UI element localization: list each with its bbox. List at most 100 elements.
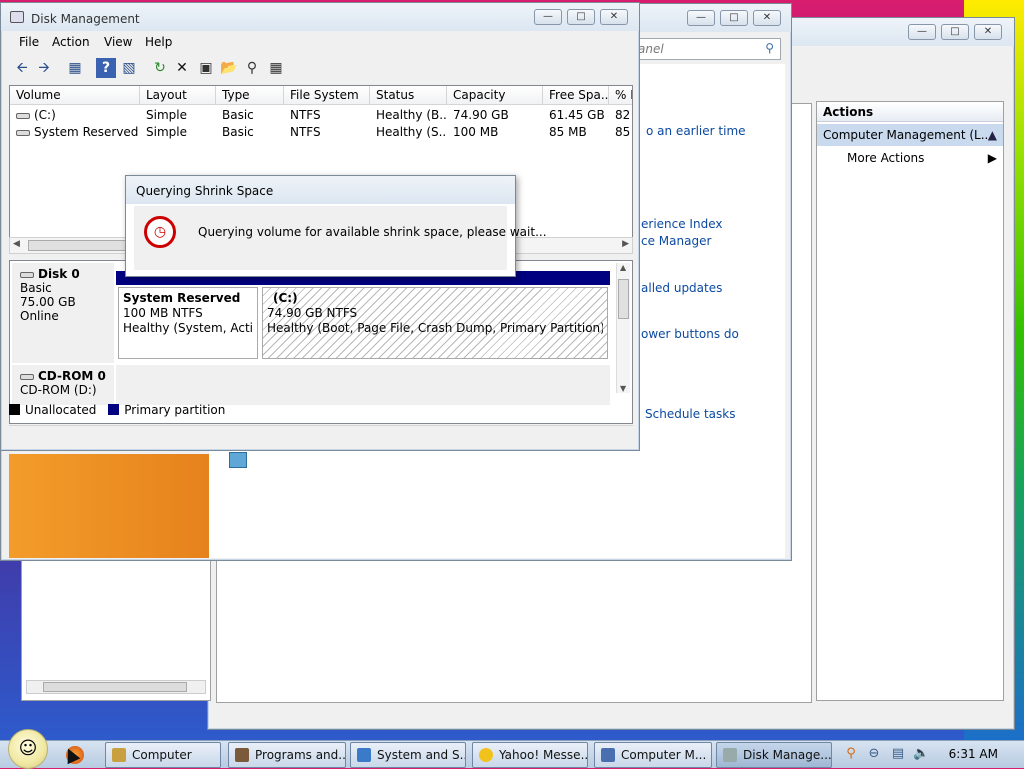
- partition-size: 100 MB NTFS: [123, 306, 203, 320]
- close-button[interactable]: ✕: [974, 24, 1002, 40]
- vertical-scrollbar[interactable]: ▲ ▼: [616, 263, 630, 393]
- forward-arrow-icon[interactable]: 🡪: [34, 58, 54, 78]
- delete-icon[interactable]: ✕: [172, 58, 192, 78]
- more-actions[interactable]: More Actions ▶: [817, 148, 1003, 168]
- scroll-right-icon[interactable]: ▶: [622, 239, 629, 249]
- search-icon[interactable]: ⚲: [765, 41, 774, 55]
- partition-size: 74.90 GB NTFS: [267, 306, 358, 320]
- toolbar: 🡨 🡪 ▦ ? ▧ ↻ ✕ ▣ 📂 ⚲ ▦: [9, 55, 633, 81]
- minimize-button[interactable]: —: [534, 9, 562, 25]
- cdrom-drive: CD-ROM (D:): [20, 383, 97, 397]
- volume-icon[interactable]: 🔈: [913, 746, 929, 762]
- drive-icon: [16, 129, 30, 136]
- maximize-button[interactable]: □: [941, 24, 969, 40]
- check-icon[interactable]: ▣: [196, 58, 216, 78]
- clock-icon: ◷: [144, 216, 176, 248]
- link-restore[interactable]: o an earlier time: [646, 124, 746, 138]
- menu-file[interactable]: File: [19, 35, 39, 49]
- cell-free-space: 85 MB: [549, 125, 587, 139]
- actions-computer-management[interactable]: Computer Management (L... ▲: [817, 124, 1003, 146]
- task-system[interactable]: System and S...: [350, 742, 466, 768]
- column-capacity[interactable]: Capacity: [447, 86, 543, 105]
- column-status[interactable]: Status: [370, 86, 447, 105]
- computer-management-icon: [601, 748, 615, 762]
- scroll-thumb[interactable]: [43, 682, 187, 692]
- clock[interactable]: 6:31 AM: [949, 747, 998, 761]
- task-label: Programs and...: [255, 748, 346, 762]
- dialog-message: Querying volume for available shrink spa…: [198, 225, 547, 239]
- start-button[interactable]: ☺: [8, 729, 48, 769]
- close-button[interactable]: ✕: [753, 10, 781, 26]
- computer-icon: [112, 748, 126, 762]
- console-tree-icon[interactable]: ▦: [65, 58, 85, 78]
- unallocated-swatch: [9, 404, 20, 415]
- actions-header: Actions: [817, 102, 1003, 122]
- open-folder-icon[interactable]: 📂: [219, 58, 239, 78]
- task-computer[interactable]: Computer: [105, 742, 221, 768]
- link-installed-updates[interactable]: alled updates: [641, 281, 722, 295]
- horizontal-scrollbar[interactable]: [26, 680, 206, 694]
- cell-free-space: 61.45 GB: [549, 108, 605, 122]
- task-label: Disk Manage...: [743, 748, 832, 762]
- minus-icon[interactable]: ⊖: [866, 746, 882, 762]
- help-icon[interactable]: ?: [96, 58, 116, 78]
- volume-name: System Reserved: [34, 125, 139, 139]
- link-power-buttons[interactable]: ower buttons do: [641, 327, 739, 341]
- scroll-down-icon[interactable]: ▼: [620, 384, 626, 393]
- scroll-thumb[interactable]: [28, 240, 128, 251]
- task-computer-management[interactable]: Computer M...: [594, 742, 712, 768]
- cdrom-area: [116, 365, 610, 405]
- partition-name: (C:): [273, 291, 298, 305]
- link-schedule-tasks[interactable]: Schedule tasks: [645, 407, 735, 421]
- link-experience-index[interactable]: erience Index: [641, 217, 722, 231]
- column-type[interactable]: Type: [216, 86, 284, 105]
- column-free-space[interactable]: Free Spa...: [543, 86, 609, 105]
- chevron-right-icon: ▶: [987, 151, 997, 165]
- network-icon[interactable]: ▤: [890, 746, 906, 762]
- link-device-manager[interactable]: ce Manager: [641, 234, 711, 248]
- cell-layout: Simple: [146, 125, 187, 139]
- yahoo-icon: [479, 748, 493, 762]
- find-icon[interactable]: ⚲: [242, 58, 262, 78]
- dialog-title: Querying Shrink Space: [136, 184, 274, 198]
- settings-icon[interactable]: ▦: [266, 58, 286, 78]
- menu-action[interactable]: Action: [52, 35, 90, 49]
- window-title: Disk Management: [31, 12, 140, 26]
- column-volume[interactable]: Volume: [10, 86, 140, 105]
- column-layout[interactable]: Layout: [140, 86, 216, 105]
- search-icon[interactable]: ⚲: [843, 746, 859, 762]
- partition-system-reserved[interactable]: System Reserved 100 MB NTFS Healthy (Sys…: [118, 287, 258, 359]
- task-label: Computer: [132, 748, 192, 762]
- task-yahoo[interactable]: Yahoo! Messe...: [472, 742, 588, 768]
- admin-tools-icon[interactable]: [229, 452, 247, 468]
- refresh-icon[interactable]: ↻: [150, 58, 170, 78]
- column-file-system[interactable]: File System: [284, 86, 370, 105]
- drive-icon: [16, 112, 30, 119]
- close-button[interactable]: ✕: [600, 9, 628, 25]
- cell-capacity: 100 MB: [453, 125, 499, 139]
- cdrom-label[interactable]: CD-ROM 0 CD-ROM (D:): [12, 365, 114, 405]
- task-programs[interactable]: Programs and...: [228, 742, 346, 768]
- table-row[interactable]: System Reserved Simple Basic NTFS Health…: [10, 124, 632, 141]
- partition-c[interactable]: (C:) 74.90 GB NTFS Healthy (Boot, Page F…: [262, 287, 608, 359]
- minimize-button[interactable]: —: [908, 24, 936, 40]
- cell-file-system: NTFS: [290, 108, 321, 122]
- menu-help[interactable]: Help: [145, 35, 172, 49]
- maximize-button[interactable]: □: [720, 10, 748, 26]
- minimize-button[interactable]: —: [687, 10, 715, 26]
- collapse-icon[interactable]: ▲: [988, 128, 997, 142]
- column-percent-free[interactable]: % F: [609, 86, 632, 105]
- search-input[interactable]: anel ⚲: [631, 38, 781, 60]
- menu-view[interactable]: View: [104, 35, 132, 49]
- task-disk-management[interactable]: Disk Manage...: [716, 742, 832, 768]
- scroll-thumb[interactable]: [618, 279, 629, 319]
- scroll-up-icon[interactable]: ▲: [620, 263, 626, 272]
- dialog-titlebar[interactable]: Querying Shrink Space: [126, 176, 515, 204]
- maximize-button[interactable]: □: [567, 9, 595, 25]
- back-arrow-icon[interactable]: 🡨: [12, 58, 32, 78]
- cell-status: Healthy (S...: [376, 125, 447, 139]
- properties-icon[interactable]: ▧: [119, 58, 139, 78]
- scroll-left-icon[interactable]: ◀: [13, 239, 20, 249]
- disk0-label[interactable]: Disk 0 Basic 75.00 GB Online: [12, 263, 114, 363]
- table-row[interactable]: (C:) Simple Basic NTFS Healthy (B... 74.…: [10, 107, 632, 124]
